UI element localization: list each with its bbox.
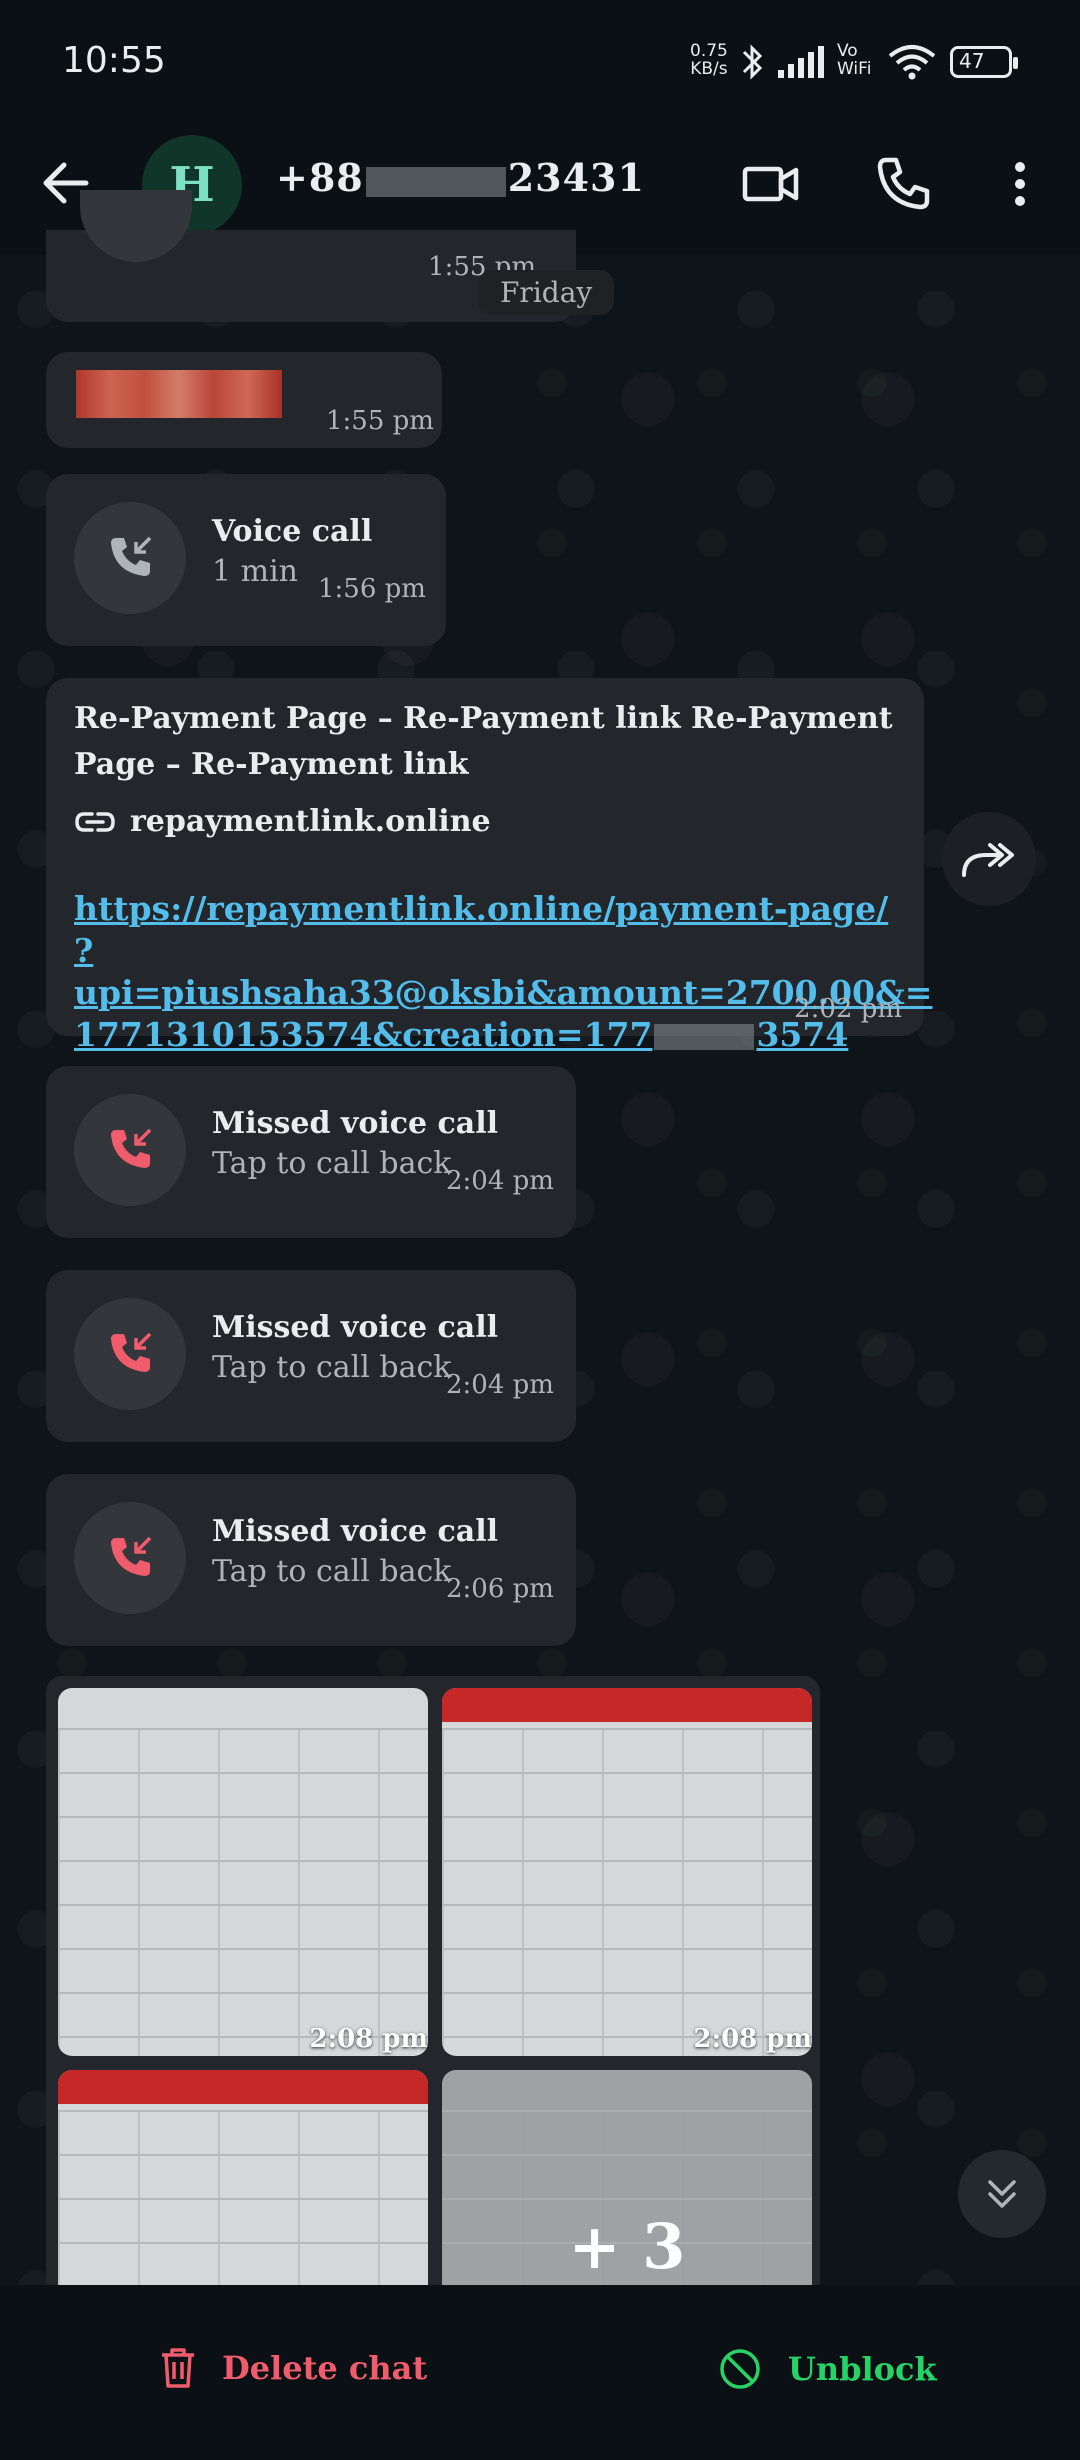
battery-icon: 47 [950,46,1018,78]
incoming-call-icon [111,536,152,576]
redacted-digits [654,1024,755,1050]
link-preview-domain: repaymentlink.online [130,804,491,839]
unblock-button[interactable]: Unblock [718,2347,937,2391]
call-title: Missed voice call [212,1106,499,1141]
image-thumbnail[interactable]: 2:08 pm [442,1688,812,2056]
forward-button[interactable] [942,812,1036,906]
blocked-contact-bar: Delete chat Unblock [0,2285,1080,2460]
missed-call-icon [111,1128,152,1168]
call-subtitle: Tap to call back [212,1350,452,1385]
wifi-icon [888,45,936,80]
image-time: 2:08 pm [309,2024,428,2054]
image-header-bar [442,1688,812,1722]
call-title: Missed voice call [212,1514,499,1549]
image-content [58,1728,428,2056]
trash-icon [162,2348,194,2388]
battery-level: 47 [959,49,985,73]
more-vert-icon[interactable] [1008,155,1032,213]
double-chevron-down-icon [988,2180,1016,2208]
date-chip: Friday [478,270,615,315]
signal-icon [778,46,824,78]
link-preview-title[interactable]: Re-Payment Page – Re-Payment link Re-Pay… [74,696,894,788]
message-time: 2:04 pm [446,1370,554,1400]
redacted-content [76,370,282,418]
image-thumbnail[interactable]: 2:08 pm [58,1688,428,2056]
link-url[interactable]: https://repaymentlink.online/payment-pag… [74,888,932,1056]
phone-icon[interactable] [874,155,932,213]
redacted-message-bubble[interactable]: 1:55 pm [46,352,442,448]
call-duration: 1 min [212,554,298,589]
call-icon-circle [74,1298,186,1410]
image-header-bar [58,2070,428,2104]
delete-chat-label: Delete chat [222,2349,428,2387]
bluetooth-icon [742,44,763,80]
status-bar: 10:55 0.75 KB/s Vo WiFi 47 [0,0,1080,125]
message-time: 2:02 pm [794,994,902,1024]
vowifi-label: Vo WiFi [837,42,871,78]
message-time: 1:56 pm [318,574,426,604]
message-time: 2:06 pm [446,1574,554,1604]
more-images-tile[interactable]: + 3 [442,2070,812,2285]
call-icon-circle [74,1502,186,1614]
call-title: Voice call [212,514,373,549]
url-line[interactable]: https://repaymentlink.online/payment-pag… [74,888,894,930]
missed-call-bubble[interactable]: Missed voice call Tap to call back 2:06 … [46,1474,576,1646]
missed-call-icon [111,1332,152,1372]
contact-suffix: 23431 [507,155,645,200]
vowifi-top: Vo [837,41,858,61]
link-message-bubble[interactable]: Re-Payment Page – Re-Payment link Re-Pay… [46,678,932,1054]
call-icon-circle [74,1094,186,1206]
message-time: 1:55 pm [326,406,434,436]
unblock-label: Unblock [788,2350,937,2388]
redacted-digits [365,166,506,197]
partial-call-icon [80,190,192,262]
missed-call-icon [111,1536,152,1576]
scroll-to-bottom-button[interactable] [958,2150,1046,2238]
video-call-icon[interactable] [742,155,800,213]
url-line[interactable]: 1771310153574&creation=177 [74,1015,652,1054]
image-time: 2:08 pm [693,2024,812,2054]
unblock-icon [720,2349,760,2389]
call-subtitle: Tap to call back [212,1554,452,1589]
more-images-count: + 3 [568,2210,686,2283]
net-speed-value: 0.75 [690,41,728,61]
status-time: 10:55 [62,40,166,81]
net-speed: 0.75 KB/s [690,42,728,78]
contact-prefix: +88 [276,155,364,200]
image-thumbnail[interactable] [58,2070,428,2285]
voice-call-bubble[interactable]: Voice call 1 min 1:56 pm [46,474,446,646]
image-content [58,2110,428,2285]
message-time: 2:04 pm [446,1166,554,1196]
url-line[interactable]: ?upi=piushsaha33@oksbi&amount=2700.00&= [74,930,932,1014]
net-speed-unit: KB/s [690,59,728,79]
contact-name[interactable]: +88 23431 [276,155,645,200]
image-content [442,1728,812,2056]
call-subtitle: Tap to call back [212,1146,452,1181]
call-title: Missed voice call [212,1310,499,1345]
call-icon-circle [74,502,186,614]
vowifi-bottom: WiFi [837,59,872,79]
link-icon [75,811,115,832]
missed-call-bubble[interactable]: Missed voice call Tap to call back 2:04 … [46,1270,576,1442]
delete-chat-button[interactable]: Delete chat [160,2347,427,2389]
missed-call-bubble[interactable]: Missed voice call Tap to call back 2:04 … [46,1066,576,1238]
forward-icon [962,843,1014,877]
